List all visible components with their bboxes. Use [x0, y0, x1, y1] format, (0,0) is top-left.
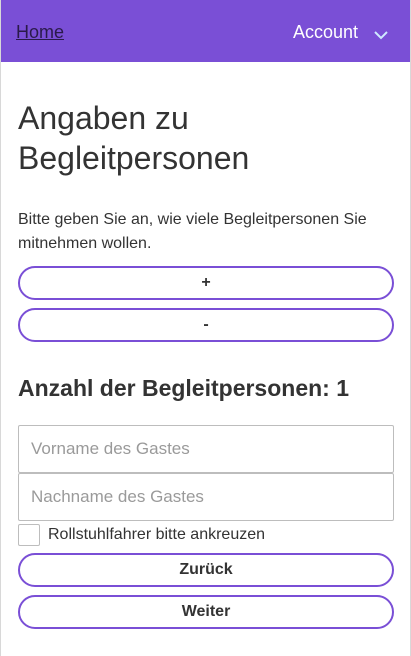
back-button[interactable]: Zurück — [18, 553, 394, 587]
main-content: Angaben zu Begleitpersonen Bitte geben S… — [18, 98, 394, 629]
companion-count-heading: Anzahl der Begleitpersonen: 1 — [18, 375, 350, 401]
wheelchair-row: Rollstuhlfahrer bitte ankreuzen — [18, 523, 394, 547]
page-title: Angaben zu Begleitpersonen — [18, 100, 250, 176]
top-navbar: Home Account — [1, 0, 410, 62]
wheelchair-label: Rollstuhlfahrer bitte ankreuzen — [48, 526, 266, 543]
home-link[interactable]: Home — [16, 22, 64, 43]
page-description: Bitte geben Sie an, wie viele Begleitper… — [18, 211, 367, 252]
app-frame: Home Account Angaben zu Begleitpersonen … — [0, 0, 411, 656]
account-label: Account — [292, 22, 358, 42]
chevron-down-icon — [374, 26, 388, 40]
increase-companions-button[interactable]: + — [18, 266, 394, 300]
next-button[interactable]: Weiter — [18, 595, 394, 629]
guest-last-name-input[interactable] — [18, 473, 394, 521]
decrease-companions-button[interactable]: - — [18, 308, 394, 342]
account-menu[interactable]: Account — [293, 22, 388, 43]
guest-first-name-input[interactable] — [18, 425, 394, 473]
wheelchair-checkbox[interactable] — [18, 524, 40, 546]
